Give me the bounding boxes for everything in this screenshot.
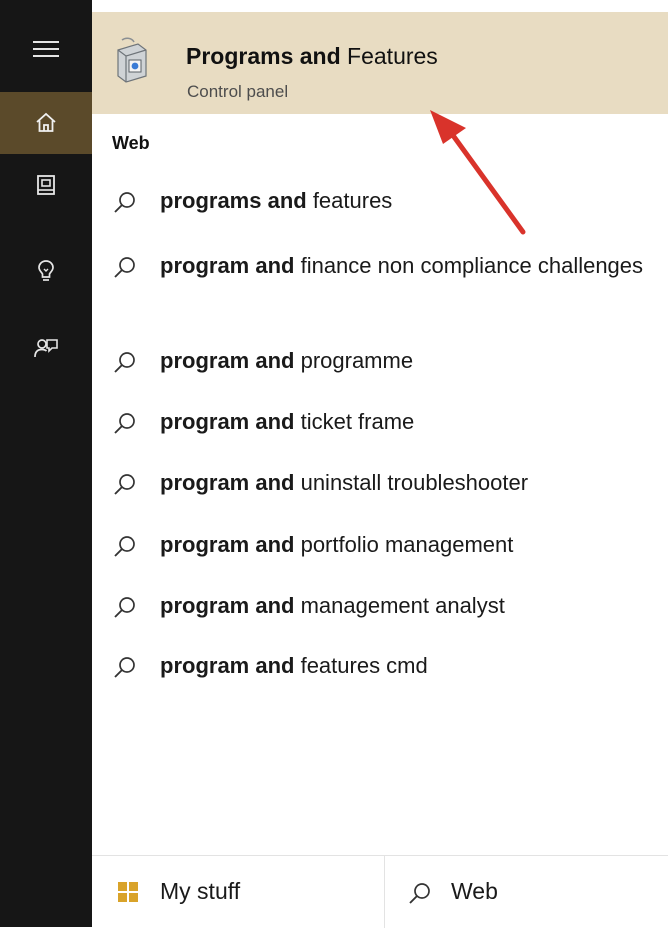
my-stuff-label: My stuff [160, 878, 241, 904]
suggestion-bold: program and [160, 409, 295, 434]
bottom-filter-bar: My stuff Web [92, 855, 668, 928]
search-icon [409, 883, 430, 904]
search-icon [114, 474, 135, 495]
best-match-result[interactable]: Programs and Features Control panel [92, 12, 668, 114]
best-match-subtitle: Control panel [187, 82, 289, 101]
left-rail [0, 0, 92, 927]
search-icon [114, 192, 135, 213]
notebook-icon [37, 175, 55, 195]
search-icon [114, 352, 135, 373]
search-icon [114, 597, 135, 618]
menu-button[interactable] [0, 18, 92, 80]
suggestion-bold: programs and [160, 188, 307, 213]
control-panel-programs-icon [117, 37, 147, 83]
suggestion-text: program and management analyst [160, 590, 660, 622]
search-icon [114, 257, 135, 278]
search-icon [114, 536, 135, 557]
windows-logo-icon [118, 882, 138, 902]
suggestion-text: program and portfolio management [160, 529, 660, 561]
suggestion-bold: program and [160, 348, 295, 373]
suggestion-text: program and finance non compliance chall… [160, 250, 660, 282]
suggestion-text: program and uninstall troubleshooter [160, 467, 660, 499]
suggestion-bold: program and [160, 470, 295, 495]
home-icon [36, 112, 56, 132]
feedback-button[interactable] [0, 318, 92, 380]
best-match-title: Programs and Features [186, 43, 438, 70]
best-match-title-bold: Programs and [186, 43, 341, 69]
suggestion-text: program and features cmd [160, 650, 660, 682]
suggestion-bold: program and [160, 653, 295, 678]
suggestion-text: program and ticket frame [160, 406, 660, 438]
suggestion-rest: uninstall troubleshooter [294, 470, 529, 495]
web-section-label: Web [112, 133, 150, 153]
web-search-button[interactable]: Web [385, 856, 668, 928]
suggestion-text: programs and features [160, 185, 660, 217]
web-label: Web [451, 878, 498, 904]
suggestion-rest: features cmd [294, 653, 428, 678]
feedback-icon [34, 339, 58, 358]
suggestion-rest: programme [294, 348, 414, 373]
suggestion-rest: ticket frame [294, 409, 415, 434]
suggestion-text: program and programme [160, 345, 660, 377]
suggestion-rest: portfolio management [294, 532, 514, 557]
reminders-button[interactable] [0, 240, 92, 302]
lightbulb-icon [38, 260, 54, 281]
suggestion-bold: program and [160, 593, 295, 618]
suggestion-bold: program and [160, 532, 295, 557]
notebook-button[interactable] [0, 154, 92, 216]
suggestion-rest: management analyst [294, 593, 505, 618]
search-icon [114, 413, 135, 434]
home-button[interactable] [0, 92, 92, 154]
search-icon [114, 657, 135, 678]
search-results-panel: Programs and Features Control panel Web … [92, 0, 668, 928]
hamburger-icon [33, 41, 59, 57]
best-match-title-rest: Features [340, 43, 438, 69]
suggestion-bold: program and [160, 253, 295, 278]
suggestion-rest: finance non compliance challenges [294, 253, 644, 278]
suggestion-rest: features [306, 188, 393, 213]
my-stuff-button[interactable]: My stuff [92, 856, 384, 928]
